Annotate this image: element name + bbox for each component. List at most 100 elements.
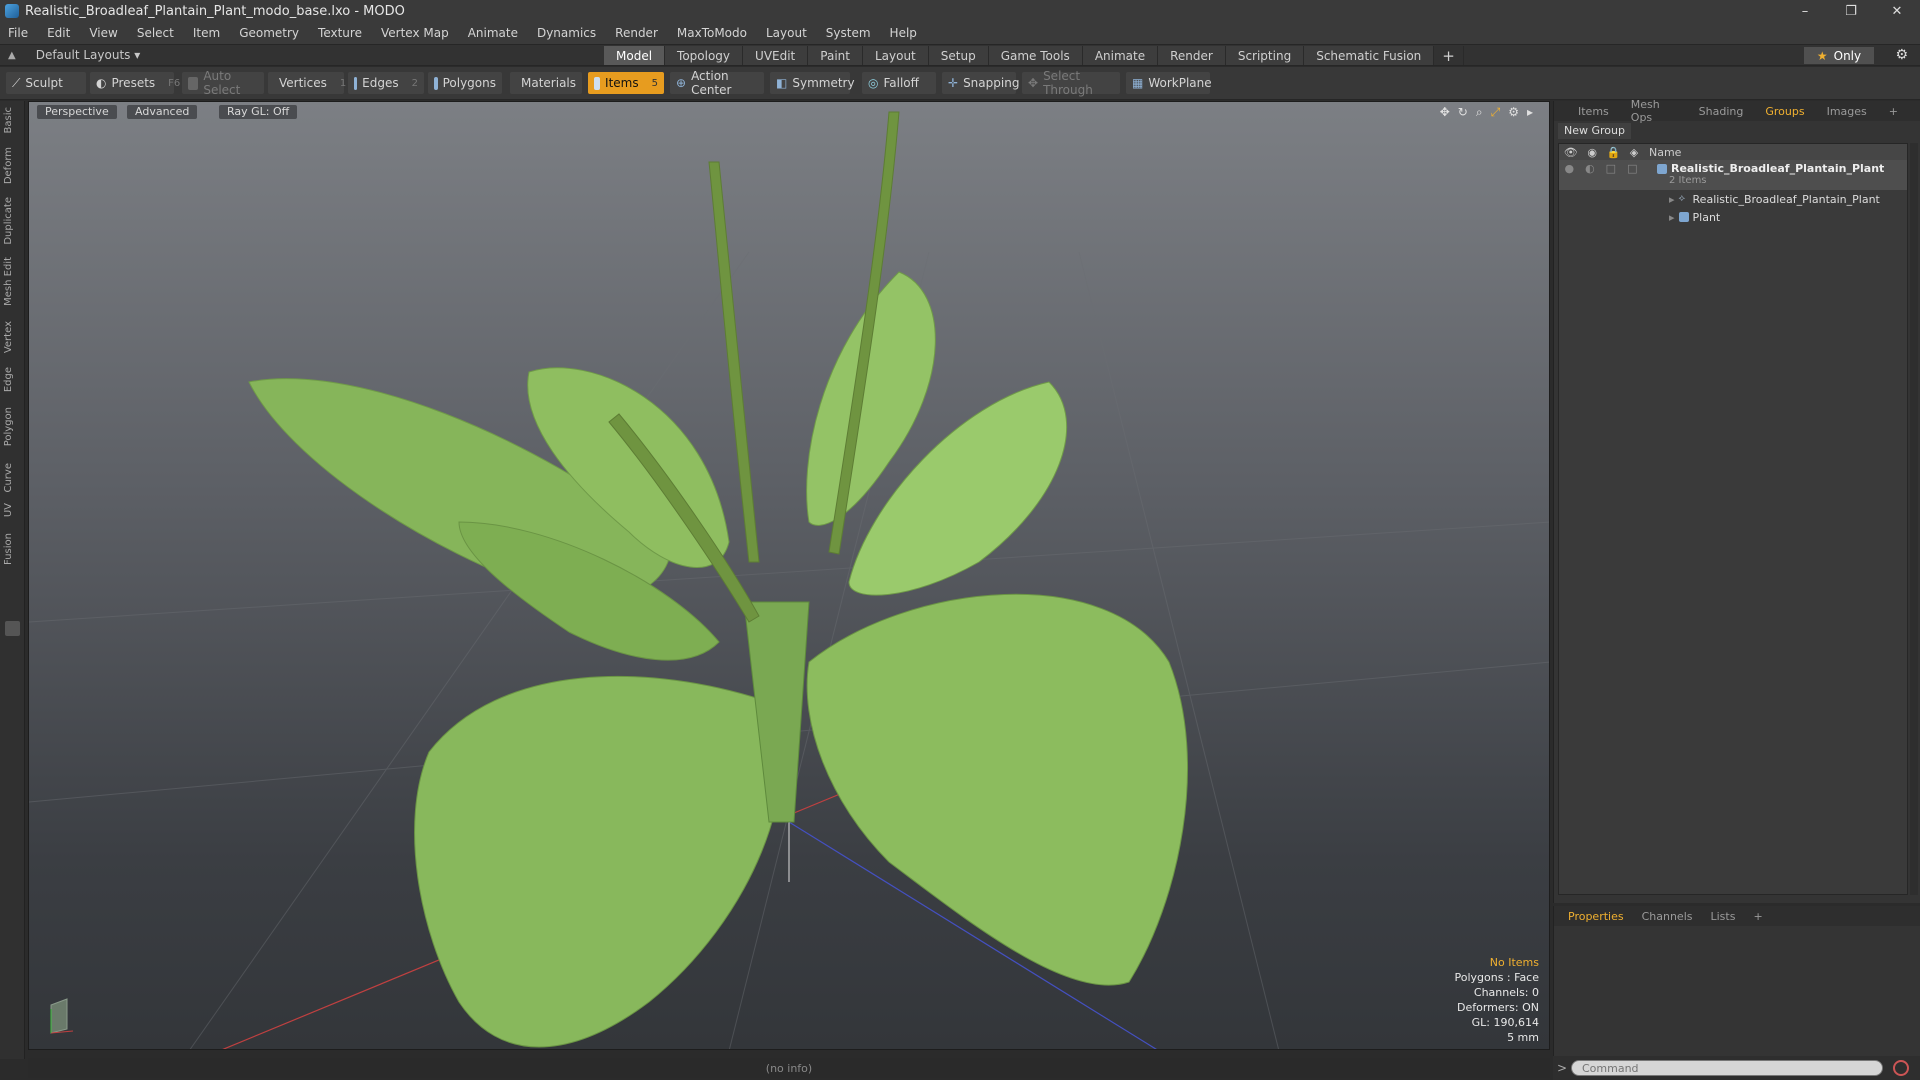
- menu-geometry[interactable]: Geometry: [239, 26, 299, 40]
- group-eye-toggle-icon[interactable]: ●: [1564, 162, 1574, 175]
- vtab-basic[interactable]: Basic: [3, 107, 22, 133]
- tree-row-group[interactable]: ● ◐ □ □ Realistic_Broadleaf_Plantain_Pla…: [1559, 160, 1907, 190]
- menu-dynamics[interactable]: Dynamics: [537, 26, 596, 40]
- raygl-button[interactable]: Ray GL: Off: [219, 105, 298, 119]
- items-button[interactable]: Items 5: [588, 72, 664, 94]
- action-center-button[interactable]: ⊕ Action Center: [670, 69, 764, 97]
- tab-properties[interactable]: Properties: [1568, 910, 1624, 923]
- zoom-icon[interactable]: ⌕: [1476, 105, 1483, 120]
- tab-schematic-fusion[interactable]: Schematic Fusion: [1304, 46, 1435, 65]
- layout-selector[interactable]: ▲ Default Layouts ▾: [8, 48, 140, 62]
- tab-game-tools[interactable]: Game Tools: [988, 46, 1083, 65]
- command-input[interactable]: [1571, 1060, 1883, 1076]
- rotate-icon[interactable]: ↻: [1458, 105, 1468, 120]
- new-group-button[interactable]: New Group: [1558, 123, 1631, 139]
- tab-images[interactable]: Images: [1827, 105, 1867, 118]
- tab-channels[interactable]: Channels: [1642, 910, 1693, 923]
- workplane-button[interactable]: ▦ WorkPlane: [1126, 72, 1212, 94]
- viewport-menu-arrow-icon[interactable]: ▸: [1527, 105, 1533, 120]
- fit-icon[interactable]: ⤢: [1491, 105, 1501, 120]
- tab-items[interactable]: Items: [1578, 105, 1609, 118]
- tab-topology[interactable]: Topology: [665, 46, 744, 65]
- vtab-uv[interactable]: UV: [3, 503, 22, 517]
- tab-groups[interactable]: Groups: [1765, 105, 1804, 118]
- menu-view[interactable]: View: [89, 26, 117, 40]
- edges-button[interactable]: Edges 2: [348, 72, 424, 94]
- window-title: Realistic_Broadleaf_Plantain_Plant_modo_…: [25, 3, 405, 19]
- eye-icon[interactable]: 👁: [1564, 146, 1578, 159]
- tree-row-plant[interactable]: ▸ Plant: [1559, 208, 1907, 226]
- tab-model[interactable]: Model: [604, 46, 666, 65]
- close-button[interactable]: ✕: [1874, 0, 1920, 22]
- sculpt-button[interactable]: ⟋ Sculpt: [6, 72, 86, 94]
- menu-render[interactable]: Render: [615, 26, 658, 40]
- menu-maxtomodo[interactable]: MaxToModo: [677, 26, 747, 40]
- mesh-item-expand-icon[interactable]: ▸: [1669, 193, 1675, 206]
- group-render-toggle-icon[interactable]: ◐: [1585, 162, 1595, 175]
- vertices-button[interactable]: Vertices 1: [268, 72, 346, 94]
- command-history-button[interactable]: [1893, 1060, 1909, 1076]
- add-tab-icon[interactable]: +: [1434, 46, 1464, 65]
- groups-scrollbar[interactable]: [1910, 143, 1918, 895]
- tree-row-mesh-item[interactable]: ▸ ⟡ Realistic_Broadleaf_Plantain_Plant: [1559, 190, 1907, 208]
- tab-render[interactable]: Render: [1158, 46, 1226, 65]
- polygons-button[interactable]: Polygons: [428, 72, 502, 94]
- add-panel-tab-icon[interactable]: +: [1889, 105, 1898, 118]
- add-properties-tab-icon[interactable]: +: [1753, 910, 1762, 923]
- snapping-button[interactable]: ✛ Snapping: [942, 72, 1019, 94]
- menu-file[interactable]: File: [8, 26, 28, 40]
- vtab-mesh-edit[interactable]: Mesh Edit: [3, 257, 22, 306]
- materials-button[interactable]: Materials: [510, 72, 582, 94]
- tab-paint[interactable]: Paint: [808, 46, 863, 65]
- perspective-button[interactable]: Perspective: [37, 105, 117, 119]
- tab-uvedit[interactable]: UVEdit: [743, 46, 809, 65]
- advanced-shading-button[interactable]: Advanced: [127, 105, 198, 119]
- name-column-header[interactable]: Name: [1649, 146, 1681, 159]
- tab-animate[interactable]: Animate: [1082, 46, 1159, 65]
- menu-edit[interactable]: Edit: [47, 26, 70, 40]
- select-icon[interactable]: ◈: [1630, 146, 1638, 159]
- tab-setup[interactable]: Setup: [928, 46, 989, 65]
- left-tool-tabs: Basic Deform Duplicate Mesh Edit Vertex …: [0, 101, 25, 1059]
- menu-help[interactable]: Help: [890, 26, 917, 40]
- group-item-count: 2 Items: [1669, 175, 1707, 186]
- falloff-button[interactable]: ◎ Falloff: [862, 72, 936, 94]
- group-select-toggle-icon[interactable]: □: [1627, 162, 1637, 175]
- tab-scripting[interactable]: Scripting: [1225, 46, 1305, 65]
- vtab-curve[interactable]: Curve: [3, 463, 22, 493]
- symmetry-button[interactable]: ◧ Symmetry: [770, 72, 855, 94]
- restore-button[interactable]: ❐: [1828, 0, 1874, 22]
- vtab-vertex[interactable]: Vertex: [3, 321, 22, 353]
- menu-item[interactable]: Item: [193, 26, 220, 40]
- menu-vertex-map[interactable]: Vertex Map: [381, 26, 449, 40]
- presets-button[interactable]: ◐ Presets F6: [90, 72, 180, 94]
- render-icon[interactable]: ◉: [1587, 146, 1597, 159]
- tab-mesh-ops[interactable]: Mesh Ops: [1631, 98, 1677, 124]
- menu-system[interactable]: System: [826, 26, 871, 40]
- vtab-duplicate[interactable]: Duplicate: [3, 197, 22, 245]
- toggle-tools-button[interactable]: [5, 621, 20, 636]
- menu-texture[interactable]: Texture: [318, 26, 362, 40]
- auto-select-button[interactable]: Auto Select: [182, 69, 264, 97]
- only-toggle[interactable]: ★ Only: [1804, 47, 1874, 64]
- menu-animate[interactable]: Animate: [468, 26, 518, 40]
- pan-icon[interactable]: ✥: [1440, 105, 1450, 120]
- properties-panel: Properties Channels Lists +: [1553, 906, 1920, 1056]
- select-through-button[interactable]: ✥ Select Through: [1022, 69, 1120, 97]
- vtab-polygon[interactable]: Polygon: [3, 407, 22, 446]
- viewport-settings-icon[interactable]: ⚙: [1508, 105, 1519, 120]
- menu-layout[interactable]: Layout: [766, 26, 807, 40]
- tab-shading[interactable]: Shading: [1699, 105, 1744, 118]
- 3d-viewport[interactable]: Perspective Advanced Ray GL: Off ✥ ↻ ⌕ ⤢…: [28, 101, 1550, 1050]
- group-lock-toggle-icon[interactable]: □: [1606, 162, 1616, 175]
- tab-layout[interactable]: Layout: [862, 46, 929, 65]
- vtab-edge[interactable]: Edge: [3, 367, 22, 392]
- tab-lists[interactable]: Lists: [1711, 910, 1736, 923]
- vtab-fusion[interactable]: Fusion: [3, 533, 22, 565]
- menu-select[interactable]: Select: [137, 26, 174, 40]
- plant-expand-icon[interactable]: ▸: [1669, 211, 1675, 224]
- gear-icon[interactable]: ⚙: [1895, 47, 1908, 63]
- vtab-deform[interactable]: Deform: [3, 147, 22, 184]
- minimize-button[interactable]: –: [1782, 0, 1828, 22]
- lock-icon[interactable]: 🔒: [1606, 146, 1620, 159]
